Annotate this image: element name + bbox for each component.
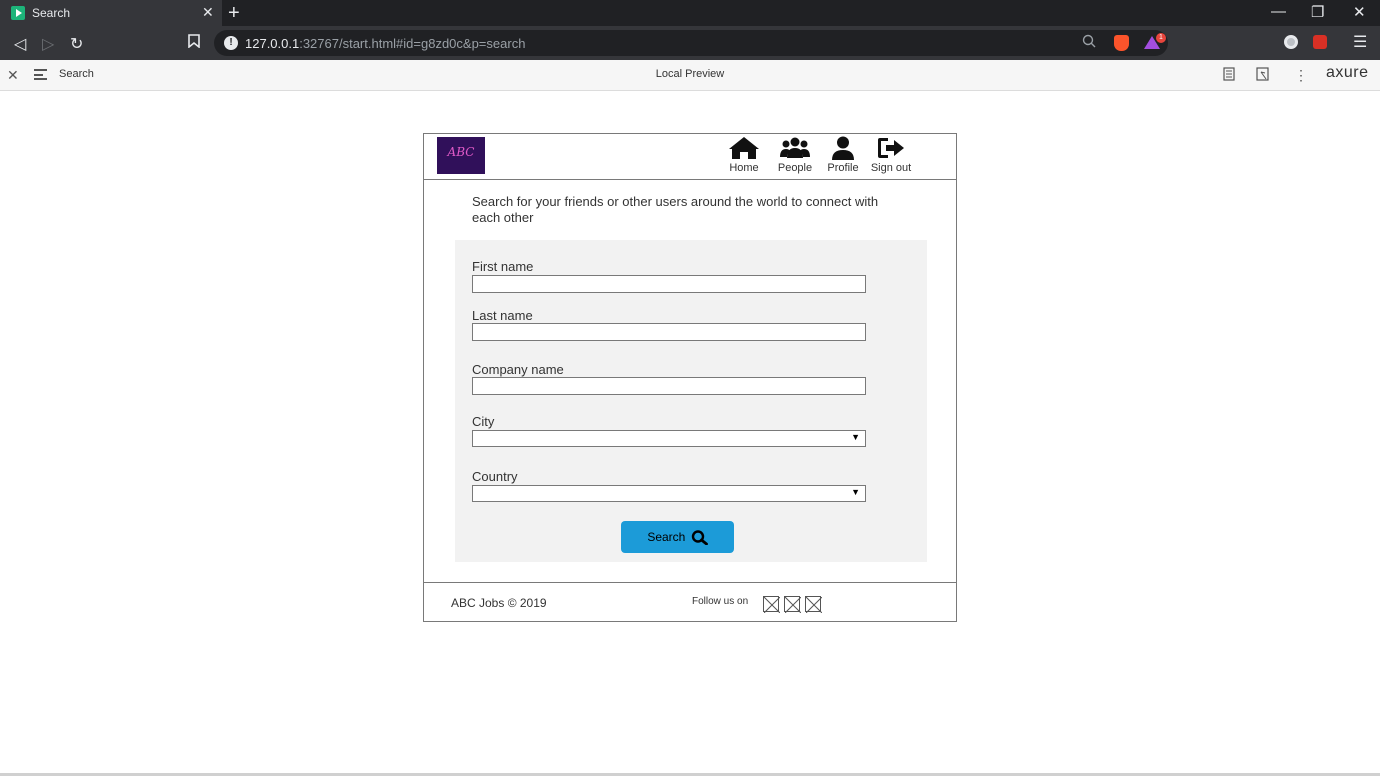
site-footer: ABC Jobs © 2019 Follow us on	[424, 582, 956, 622]
search-form: First name Last name Company name City ▼…	[455, 240, 927, 562]
search-button[interactable]: Search	[621, 521, 734, 553]
last-name-label: Last name	[472, 308, 533, 323]
nav-home[interactable]: Home	[722, 136, 766, 174]
dropdown-arrow-icon: ▼	[851, 432, 860, 442]
forward-icon[interactable]: ▷	[42, 34, 54, 54]
nav-profile[interactable]: Profile	[825, 136, 861, 174]
nav-people-label: People	[777, 162, 813, 174]
tab-close-icon[interactable]: ✕	[202, 4, 214, 21]
profile-icon	[832, 136, 854, 160]
brave-shield-icon[interactable]	[1114, 35, 1129, 51]
inspect-icon[interactable]	[1256, 67, 1270, 84]
city-select[interactable]: ▼	[472, 430, 866, 447]
browser-tab-strip: Search ✕ + — ❐ ✕	[0, 0, 1380, 26]
more-options-icon[interactable]: ⋮	[1294, 67, 1308, 84]
nav-people[interactable]: People	[775, 136, 815, 174]
zoom-icon[interactable]	[1082, 34, 1096, 51]
country-select[interactable]: ▼	[472, 485, 866, 502]
copyright-text: ABC Jobs © 2019	[451, 596, 547, 610]
sign-out-icon	[878, 138, 904, 158]
company-name-input[interactable]	[472, 377, 866, 395]
tab-title: Search	[32, 6, 71, 20]
rewards-count-badge: 1	[1156, 33, 1166, 43]
social-image-placeholder-icon[interactable]	[805, 596, 822, 613]
back-icon[interactable]: ◁	[14, 34, 26, 54]
first-name-label: First name	[472, 259, 534, 274]
extension-icon[interactable]	[1284, 35, 1298, 49]
first-name-input[interactable]	[472, 275, 866, 293]
preview-mode-label: Local Preview	[655, 68, 725, 80]
new-tab-icon[interactable]: +	[228, 2, 240, 25]
bookmark-icon[interactable]	[188, 34, 200, 53]
social-image-placeholder-icon[interactable]	[784, 596, 801, 613]
dropdown-arrow-icon: ▼	[851, 487, 860, 497]
browser-toolbar: ◁ ▷ ↻ ! 127.0.0.1:32767/start.html#id=g8…	[0, 26, 1380, 60]
last-name-input[interactable]	[472, 323, 866, 341]
home-icon	[729, 137, 759, 159]
address-bar[interactable]: ! 127.0.0.1:32767/start.html#id=g8zd0c&p…	[214, 30, 1168, 56]
tab-favicon-icon	[11, 6, 25, 20]
nav-sign-out[interactable]: Sign out	[868, 136, 914, 174]
search-intro-text: Search for your friends or other users a…	[472, 194, 879, 225]
abc-logo[interactable]: ABC	[437, 137, 485, 174]
site-header: ABC Home People Profile Sign out	[424, 134, 956, 180]
company-name-label: Company name	[472, 362, 564, 377]
nav-sign-out-label: Sign out	[870, 162, 912, 174]
url-text[interactable]: 127.0.0.1:32767/start.html#id=g8zd0c&p=s…	[245, 36, 525, 51]
browser-tab[interactable]: Search ✕	[0, 0, 222, 26]
search-button-label: Search	[647, 530, 686, 544]
axure-preview-bar: ✕ Search Local Preview ⋮ axure	[0, 60, 1380, 91]
city-label: City	[472, 414, 495, 429]
notes-icon[interactable]	[1223, 67, 1235, 84]
browser-menu-icon[interactable]: ☰	[1353, 32, 1367, 52]
axure-logo[interactable]: axure	[1326, 64, 1369, 82]
minimize-icon[interactable]: —	[1271, 3, 1286, 20]
restore-icon[interactable]: ❐	[1311, 3, 1324, 21]
people-icon	[780, 137, 810, 158]
close-window-icon[interactable]: ✕	[1353, 3, 1366, 21]
country-label: Country	[472, 469, 518, 484]
site-info-icon[interactable]: !	[224, 36, 238, 50]
nav-profile-label: Profile	[827, 162, 859, 174]
social-image-placeholder-icon[interactable]	[763, 596, 780, 613]
nav-home-label: Home	[729, 162, 759, 174]
follow-us-label: Follow us on	[692, 596, 749, 607]
extension-icon[interactable]	[1313, 35, 1327, 49]
prototype-page: ABC Home People Profile Sign out Search …	[423, 133, 957, 622]
reload-icon[interactable]: ↻	[70, 34, 83, 54]
search-icon	[691, 530, 708, 546]
